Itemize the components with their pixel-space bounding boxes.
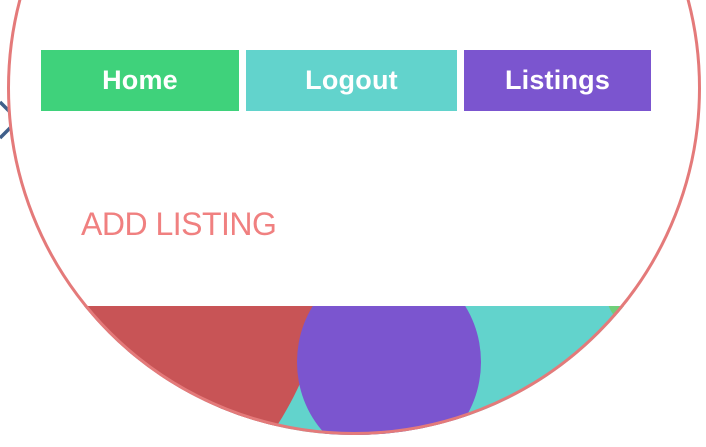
decorative-banner (7, 306, 701, 435)
home-button[interactable]: Home (41, 50, 239, 111)
listings-button[interactable]: Listings (464, 50, 651, 111)
page-title: ADD LISTING (81, 206, 277, 242)
magnifier-lens: Home Logout Listings ADD LISTING (7, 0, 701, 435)
red-shape (7, 306, 327, 435)
purple-shape (297, 306, 481, 435)
screen: Home Logout Listings ADD LISTING (0, 0, 706, 447)
logout-button[interactable]: Logout (246, 50, 457, 111)
